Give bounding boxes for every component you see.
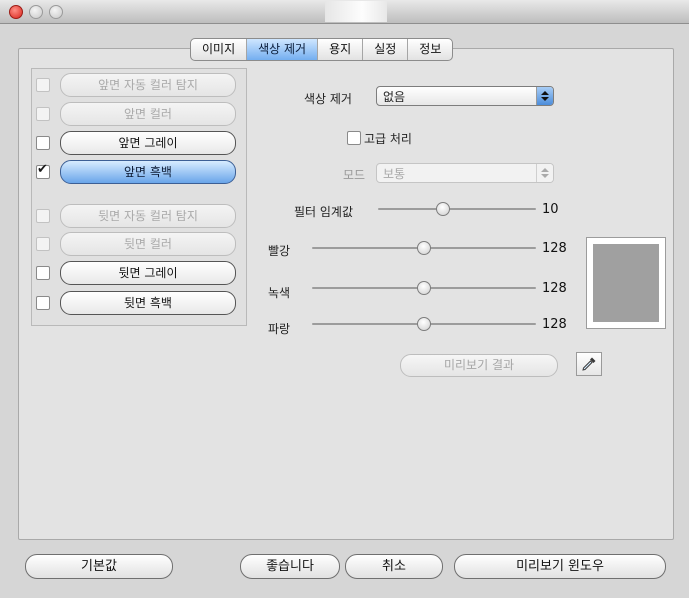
- front-bw-button[interactable]: 앞면 흑백: [60, 160, 236, 184]
- ok-button[interactable]: 좋습니다: [240, 554, 340, 579]
- tab-info[interactable]: 정보: [408, 39, 452, 60]
- window-title: [325, 1, 387, 22]
- back-auto-color-button[interactable]: 뒷면 자동 컬러 탐지: [60, 204, 236, 228]
- slider-track: [378, 208, 536, 210]
- back-gray-button[interactable]: 뒷면 그레이: [60, 261, 236, 285]
- front-color-button[interactable]: 앞면 컬러: [60, 102, 236, 126]
- tab-settings[interactable]: 실정: [363, 39, 409, 60]
- color-drop-select[interactable]: 없음: [376, 86, 554, 106]
- preview-result-button[interactable]: 미리보기 결과: [400, 354, 558, 377]
- minimize-window-button[interactable]: [29, 5, 43, 19]
- slider-knob[interactable]: [417, 281, 431, 295]
- high-quality-label: 고급 처리: [364, 132, 412, 146]
- front-color-checkbox[interactable]: [36, 107, 50, 121]
- green-label: 녹색: [268, 286, 291, 300]
- color-drop-value: 없음: [383, 90, 406, 104]
- mode-value: 보통: [383, 167, 406, 181]
- back-auto-color-checkbox[interactable]: [36, 209, 50, 223]
- tab-image[interactable]: 이미지: [191, 39, 248, 60]
- close-window-button[interactable]: [9, 5, 23, 19]
- select-arrows-icon: [536, 164, 553, 182]
- front-gray-button[interactable]: 앞면 그레이: [60, 131, 236, 155]
- slider-knob[interactable]: [417, 241, 431, 255]
- preview-window-button[interactable]: 미리보기 윈도우: [454, 554, 666, 579]
- blue-value: 128: [542, 317, 567, 332]
- filter-threshold-label: 필터 임계값: [294, 205, 354, 219]
- front-gray-checkbox[interactable]: [36, 136, 50, 150]
- filter-threshold-value: 10: [542, 202, 559, 217]
- back-bw-checkbox[interactable]: [36, 296, 50, 310]
- filter-threshold-slider[interactable]: [378, 202, 536, 216]
- color-preview-swatch: [586, 237, 666, 329]
- blue-slider[interactable]: [312, 317, 536, 331]
- tab-bar: 이미지 색상 제거 용지 실정 정보: [190, 38, 454, 61]
- red-label: 빨강: [268, 244, 291, 258]
- mode-label: 모드: [343, 168, 366, 182]
- eyedropper-icon: [582, 357, 596, 371]
- back-bw-button[interactable]: 뒷면 흑백: [60, 291, 236, 315]
- cancel-button[interactable]: 취소: [345, 554, 443, 579]
- back-color-button[interactable]: 뒷면 컬러: [60, 232, 236, 256]
- default-button[interactable]: 기본값: [25, 554, 173, 579]
- front-auto-color-checkbox[interactable]: [36, 78, 50, 92]
- color-drop-label: 색상 제거: [304, 92, 352, 106]
- select-arrows-icon: [536, 87, 553, 105]
- red-value: 128: [542, 241, 567, 256]
- green-slider[interactable]: [312, 281, 536, 295]
- high-quality-checkbox[interactable]: [347, 131, 361, 145]
- mode-select[interactable]: 보통: [376, 163, 554, 183]
- eyedropper-button[interactable]: [576, 352, 602, 376]
- tab-paper[interactable]: 용지: [318, 39, 364, 60]
- front-auto-color-button[interactable]: 앞면 자동 컬러 탐지: [60, 73, 236, 97]
- green-value: 128: [542, 281, 567, 296]
- slider-knob[interactable]: [417, 317, 431, 331]
- title-bar: [0, 0, 689, 24]
- slider-knob[interactable]: [436, 202, 450, 216]
- back-gray-checkbox[interactable]: [36, 266, 50, 280]
- red-slider[interactable]: [312, 241, 536, 255]
- zoom-window-button[interactable]: [49, 5, 63, 19]
- back-color-checkbox[interactable]: [36, 237, 50, 251]
- blue-label: 파랑: [268, 322, 291, 336]
- tab-color-dropout[interactable]: 색상 제거: [247, 39, 319, 60]
- front-bw-checkbox[interactable]: [36, 162, 50, 179]
- color-preview-fill: [593, 244, 659, 322]
